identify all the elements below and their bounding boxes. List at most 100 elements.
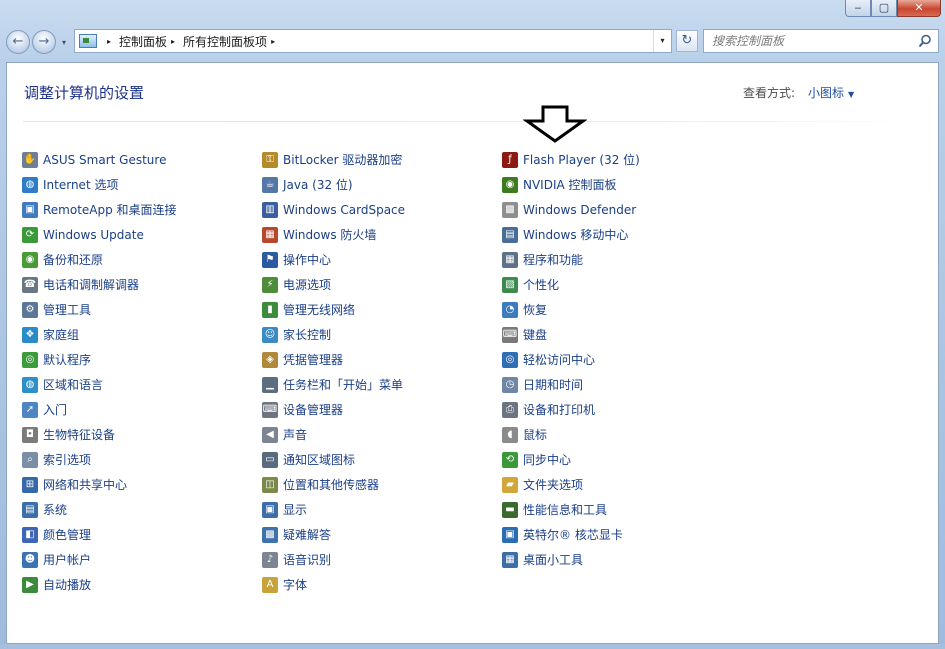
breadcrumb-separator[interactable]: ▸ [171, 37, 175, 46]
control-panel-item[interactable]: ▩ Windows Defender [502, 197, 740, 222]
control-panel-item[interactable]: ⎙ 设备和打印机 [502, 397, 740, 422]
control-panel-item-label[interactable]: 区域和语言 [43, 376, 103, 393]
control-panel-item-label[interactable]: 位置和其他传感器 [283, 476, 379, 493]
control-panel-item-label[interactable]: Internet 选项 [43, 176, 118, 193]
control-panel-item-label[interactable]: 通知区域图标 [283, 451, 355, 468]
control-panel-item-label[interactable]: 生物特征设备 [43, 426, 115, 443]
control-panel-item-label[interactable]: 字体 [283, 576, 307, 593]
control-panel-item-label[interactable]: 网络和共享中心 [43, 476, 127, 493]
control-panel-item[interactable]: ◍ 区域和语言 [22, 372, 260, 397]
control-panel-item[interactable]: ❖ 家庭组 [22, 322, 260, 347]
control-panel-item[interactable]: ▰ 文件夹选项 [502, 472, 740, 497]
control-panel-item[interactable]: ▬ 性能信息和工具 [502, 497, 740, 522]
control-panel-item[interactable]: A 字体 [262, 572, 500, 597]
control-panel-item-label[interactable]: Java (32 位) [283, 176, 353, 193]
control-panel-item-label[interactable]: 同步中心 [523, 451, 571, 468]
control-panel-item-label[interactable]: 家长控制 [283, 326, 331, 343]
control-panel-item[interactable]: ▣ 显示 [262, 497, 500, 522]
control-panel-item[interactable]: ƒ Flash Player (32 位) [502, 147, 740, 172]
control-panel-item[interactable]: ▤ Windows 移动中心 [502, 222, 740, 247]
view-by-value[interactable]: 小图标 [808, 86, 844, 100]
control-panel-item[interactable]: ▧ 个性化 [502, 272, 740, 297]
control-panel-item[interactable]: ⚑ 操作中心 [262, 247, 500, 272]
control-panel-item[interactable]: ◫ 位置和其他传感器 [262, 472, 500, 497]
control-panel-item[interactable]: ▤ 系统 [22, 497, 260, 522]
control-panel-item-label[interactable]: 性能信息和工具 [523, 501, 607, 518]
control-panel-item[interactable]: ◈ 凭据管理器 [262, 347, 500, 372]
control-panel-item-label[interactable]: 用户帐户 [43, 551, 91, 568]
breadcrumb-control-panel[interactable]: 控制面板 [119, 33, 167, 50]
control-panel-item-label[interactable]: 默认程序 [43, 351, 91, 368]
control-panel-item[interactable]: ◖ 鼠标 [502, 422, 740, 447]
control-panel-item-label[interactable]: Windows Defender [523, 203, 636, 217]
control-panel-item-label[interactable]: 操作中心 [283, 251, 331, 268]
control-panel-item[interactable]: ▦ 桌面小工具 [502, 547, 740, 572]
control-panel-item[interactable]: ⟲ 同步中心 [502, 447, 740, 472]
forward-button[interactable]: → [32, 30, 56, 54]
control-panel-item[interactable]: ◉ NVIDIA 控制面板 [502, 172, 740, 197]
control-panel-item-label[interactable]: 任务栏和「开始」菜单 [283, 376, 403, 393]
minimize-button[interactable]: ‒ [845, 0, 871, 17]
control-panel-item[interactable]: ☕ Java (32 位) [262, 172, 500, 197]
control-panel-item-label[interactable]: 家庭组 [43, 326, 79, 343]
control-panel-item-label[interactable]: 电源选项 [283, 276, 331, 293]
control-panel-item-label[interactable]: 设备和打印机 [523, 401, 595, 418]
control-panel-item[interactable]: ♪ 语音识别 [262, 547, 500, 572]
view-by-dropdown[interactable]: 小图标 ▼ [808, 84, 854, 101]
control-panel-item-label[interactable]: 恢复 [523, 301, 547, 318]
control-panel-item-label[interactable]: 日期和时间 [523, 376, 583, 393]
maximize-button[interactable]: ▢ [871, 0, 897, 17]
control-panel-item[interactable]: ☎ 电话和调制解调器 [22, 272, 260, 297]
back-button[interactable]: ← [6, 30, 30, 54]
control-panel-item-label[interactable]: 入门 [43, 401, 67, 418]
control-panel-item-label[interactable]: 桌面小工具 [523, 551, 583, 568]
control-panel-item[interactable]: ◧ 颜色管理 [22, 522, 260, 547]
control-panel-item[interactable]: ◉ 备份和还原 [22, 247, 260, 272]
control-panel-item-label[interactable]: RemoteApp 和桌面连接 [43, 201, 177, 218]
control-panel-item[interactable]: ▥ Windows CardSpace [262, 197, 500, 222]
breadcrumb-separator[interactable]: ▸ [271, 37, 275, 46]
control-panel-item-label[interactable]: 显示 [283, 501, 307, 518]
control-panel-item-label[interactable]: 颜色管理 [43, 526, 91, 543]
control-panel-item-label[interactable]: Windows Update [43, 228, 144, 242]
control-panel-item-label[interactable]: 轻松访问中心 [523, 351, 595, 368]
control-panel-item[interactable]: ⌨ 设备管理器 [262, 397, 500, 422]
address-dropdown-button[interactable]: ▾ [653, 30, 671, 52]
search-icon[interactable] [918, 34, 932, 48]
control-panel-item[interactable]: ⚿ BitLocker 驱动器加密 [262, 147, 500, 172]
control-panel-item[interactable]: ☻ 用户帐户 [22, 547, 260, 572]
control-panel-item[interactable]: ⚙ 管理工具 [22, 297, 260, 322]
control-panel-item-label[interactable]: 声音 [283, 426, 307, 443]
control-panel-item[interactable]: ◘ 生物特征设备 [22, 422, 260, 447]
control-panel-item[interactable]: ▣ RemoteApp 和桌面连接 [22, 197, 260, 222]
control-panel-item[interactable]: ◎ 轻松访问中心 [502, 347, 740, 372]
control-panel-item-label[interactable]: 文件夹选项 [523, 476, 583, 493]
control-panel-item-label[interactable]: 英特尔® 核芯显卡 [523, 526, 623, 543]
control-panel-item-label[interactable]: 鼠标 [523, 426, 547, 443]
control-panel-item-label[interactable]: Windows CardSpace [283, 203, 405, 217]
control-panel-item-label[interactable]: 电话和调制解调器 [43, 276, 139, 293]
control-panel-item[interactable]: ◎ 默认程序 [22, 347, 260, 372]
control-panel-item[interactable]: ☺ 家长控制 [262, 322, 500, 347]
control-panel-item[interactable]: ➚ 入门 [22, 397, 260, 422]
control-panel-item[interactable]: ✋ ASUS Smart Gesture [22, 147, 260, 172]
control-panel-item-label[interactable]: Windows 移动中心 [523, 226, 628, 243]
address-bar[interactable]: ▸ 控制面板 ▸ 所有控制面板项 ▸ ▾ [74, 29, 672, 53]
control-panel-item[interactable]: ⚡ 电源选项 [262, 272, 500, 297]
search-box[interactable] [703, 29, 939, 53]
control-panel-item[interactable]: ▣ 英特尔® 核芯显卡 [502, 522, 740, 547]
control-panel-item[interactable]: ⌨ 键盘 [502, 322, 740, 347]
control-panel-item-label[interactable]: 管理无线网络 [283, 301, 355, 318]
control-panel-item[interactable]: ⟳ Windows Update [22, 222, 260, 247]
recent-pages-dropdown[interactable]: ▾ [58, 38, 70, 47]
control-panel-item-label[interactable]: 索引选项 [43, 451, 91, 468]
breadcrumb-separator[interactable]: ▸ [107, 37, 111, 46]
control-panel-item[interactable]: ▦ 程序和功能 [502, 247, 740, 272]
control-panel-item[interactable]: ▮ 管理无线网络 [262, 297, 500, 322]
control-panel-item-label[interactable]: 设备管理器 [283, 401, 343, 418]
control-panel-item-label[interactable]: 系统 [43, 501, 67, 518]
control-panel-item-label[interactable]: Windows 防火墙 [283, 226, 376, 243]
control-panel-item[interactable]: ⌕ 索引选项 [22, 447, 260, 472]
control-panel-item[interactable]: ⊞ 网络和共享中心 [22, 472, 260, 497]
control-panel-item-label[interactable]: BitLocker 驱动器加密 [283, 151, 402, 168]
